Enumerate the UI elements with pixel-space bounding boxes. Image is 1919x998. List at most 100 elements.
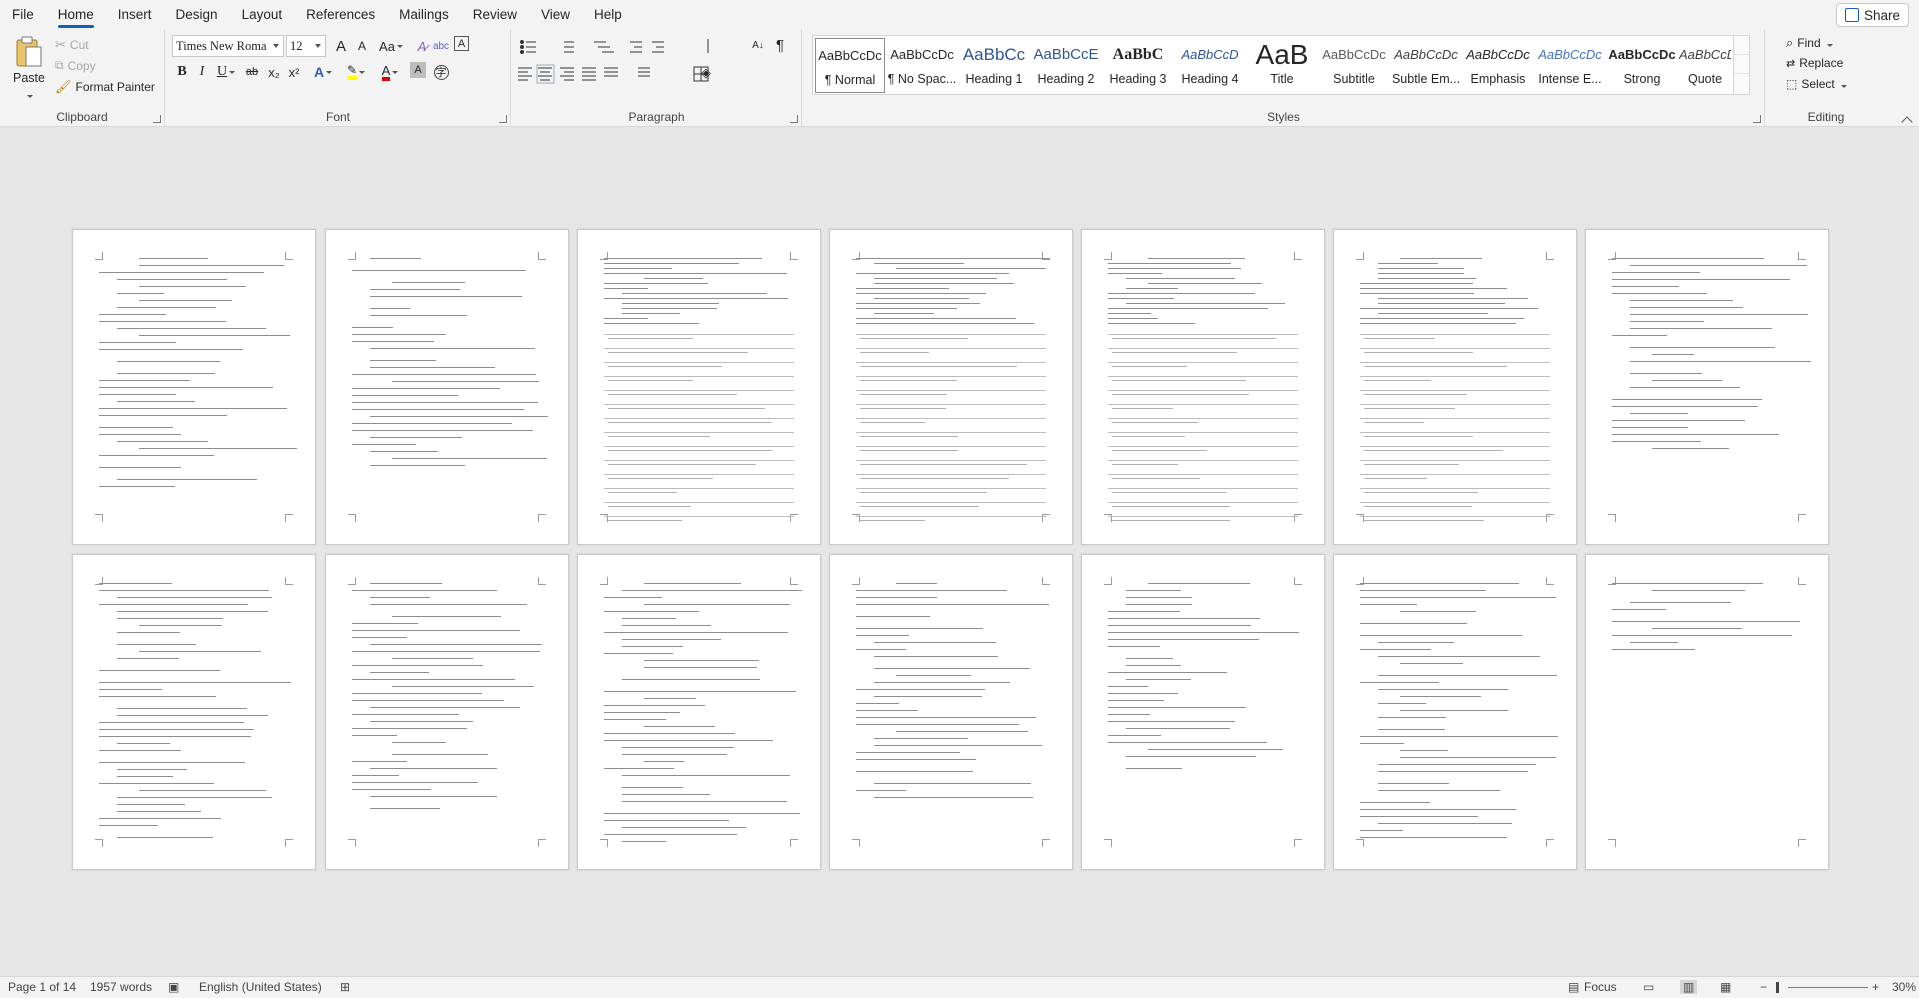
style-subtle-emphasis[interactable]: AaBbCcDc Subtle Em...: [1391, 38, 1461, 93]
tab-view[interactable]: View: [529, 0, 582, 29]
style-strong[interactable]: AaBbCcDc Strong: [1607, 38, 1677, 93]
tab-mailings[interactable]: Mailings: [387, 0, 461, 29]
paste-button[interactable]: Paste: [8, 35, 50, 101]
style-heading-4[interactable]: AaBbCcD Heading 4: [1175, 38, 1245, 93]
style-subtitle[interactable]: AaBbCcDc Subtitle: [1319, 38, 1389, 93]
tab-design[interactable]: Design: [164, 0, 230, 29]
focus-label[interactable]: Focus: [1584, 980, 1617, 994]
enclose-characters-button[interactable]: 字: [431, 62, 451, 82]
style-no-spacing[interactable]: AaBbCcDc ¶ No Spac...: [887, 38, 957, 93]
page-thumbnail[interactable]: [1333, 229, 1577, 545]
tab-help[interactable]: Help: [582, 0, 634, 29]
subscript-button[interactable]: x₂: [264, 62, 284, 82]
style-heading-1[interactable]: AaBbCc Heading 1: [959, 38, 1029, 93]
accessibility-icon[interactable]: ⊞: [340, 980, 350, 994]
copy-button[interactable]: ⧉ Copy: [55, 58, 96, 73]
read-mode-icon[interactable]: ▭: [1643, 980, 1654, 994]
font-launcher-icon[interactable]: [499, 115, 507, 123]
tab-references[interactable]: References: [294, 0, 387, 29]
text-line: [856, 635, 909, 636]
proofing-icon[interactable]: ▣: [168, 980, 179, 994]
page-thumbnail[interactable]: [1081, 554, 1325, 870]
share-button[interactable]: Share: [1835, 3, 1909, 27]
page-thumbnail[interactable]: [325, 229, 569, 545]
shading-button[interactable]: ◈: [696, 63, 716, 83]
replace-button[interactable]: ⇄ Replace: [1786, 56, 1843, 70]
zoom-level[interactable]: 30%: [1892, 980, 1916, 994]
select-button[interactable]: ⬚ Select: [1786, 77, 1847, 91]
table-row-line: [604, 516, 794, 517]
zoom-slider-thumb[interactable]: [1776, 982, 1779, 993]
focus-icon[interactable]: ▤: [1568, 980, 1579, 994]
grow-font-button[interactable]: A: [331, 36, 351, 56]
clipboard-launcher-icon[interactable]: [153, 115, 161, 123]
paste-dropdown[interactable]: [25, 87, 33, 101]
italic-button[interactable]: I: [192, 62, 212, 82]
chevron-down-icon[interactable]: [1734, 55, 1749, 74]
page-thumbnail[interactable]: [72, 229, 316, 545]
document-canvas[interactable]: [0, 128, 1919, 976]
page-thumbnail[interactable]: [1585, 554, 1829, 870]
format-painter-button[interactable]: 🖌 Format Painter: [55, 79, 155, 95]
collapse-ribbon-icon[interactable]: [1901, 116, 1913, 128]
word-count[interactable]: 1957 words: [90, 980, 152, 994]
print-layout-icon[interactable]: ▥: [1680, 980, 1698, 994]
page-thumbnail[interactable]: [1585, 229, 1829, 545]
web-layout-icon[interactable]: ▦: [1720, 980, 1731, 994]
paragraph-launcher-icon[interactable]: [790, 115, 798, 123]
font-size-combo[interactable]: 12: [286, 35, 326, 57]
tab-home[interactable]: Home: [46, 0, 106, 29]
underline-button[interactable]: U: [212, 62, 240, 82]
tab-layout[interactable]: Layout: [230, 0, 295, 29]
style-heading-2[interactable]: AaBbCcE Heading 2: [1031, 38, 1101, 93]
bold-button[interactable]: B: [172, 62, 192, 82]
styles-launcher-icon[interactable]: [1753, 115, 1761, 123]
tab-insert[interactable]: Insert: [106, 0, 164, 29]
zoom-in-button[interactable]: +: [1872, 980, 1879, 994]
zoom-out-button[interactable]: −: [1760, 980, 1767, 994]
style-normal[interactable]: AaBbCcDc ¶ Normal: [815, 38, 885, 93]
shrink-font-button[interactable]: A: [352, 36, 372, 56]
character-border-button[interactable]: A: [454, 36, 469, 51]
page-thumbnail[interactable]: [577, 554, 821, 870]
page-thumbnail[interactable]: [829, 554, 1073, 870]
page-thumbnail[interactable]: [577, 229, 821, 545]
show-formatting-marks-button[interactable]: ¶: [770, 35, 790, 55]
page-count[interactable]: Page 1 of 14: [8, 980, 76, 994]
tab-review[interactable]: Review: [461, 0, 529, 29]
font-name-combo[interactable]: Times New Roma: [172, 35, 284, 57]
cut-button[interactable]: ✂ Cut: [55, 37, 89, 53]
text-line: [622, 646, 683, 647]
language[interactable]: English (United States): [199, 980, 322, 994]
find-button[interactable]: ⌕ Find: [1786, 35, 1833, 51]
text-line: [622, 293, 767, 294]
phonetic-guide-button[interactable]: abc: [431, 36, 451, 56]
character-shading-button[interactable]: A: [410, 62, 426, 78]
text-line: [1612, 583, 1763, 584]
zoom-slider[interactable]: [1788, 987, 1868, 988]
text-effects-button[interactable]: A: [309, 62, 337, 82]
tab-file[interactable]: File: [0, 0, 46, 29]
style-quote[interactable]: AaBbCcDc Quote: [1679, 38, 1731, 93]
superscript-button[interactable]: x²: [284, 62, 304, 82]
font-color-button[interactable]: A: [376, 62, 404, 82]
styles-gallery-scroll[interactable]: [1733, 36, 1749, 94]
sort-button[interactable]: A↓: [748, 35, 768, 55]
page-thumbnail[interactable]: [325, 554, 569, 870]
clear-formatting-button[interactable]: A̷: [412, 36, 432, 56]
style-intense-emphasis[interactable]: AaBbCcDc Intense E...: [1535, 38, 1605, 93]
highlight-color-button[interactable]: ✎: [342, 62, 370, 82]
change-case-button[interactable]: Aa: [376, 36, 406, 56]
page-thumbnail[interactable]: [1081, 229, 1325, 545]
table-row-line: [604, 446, 794, 447]
style-emphasis[interactable]: AaBbCcDc Emphasis: [1463, 38, 1533, 93]
page-thumbnail[interactable]: [829, 229, 1073, 545]
more-styles-icon[interactable]: [1734, 74, 1749, 93]
style-heading-3[interactable]: AaBbC Heading 3: [1103, 38, 1173, 93]
style-title[interactable]: AaB Title: [1247, 38, 1317, 93]
chevron-up-icon[interactable]: [1734, 36, 1749, 55]
text-line: [1360, 809, 1516, 810]
strikethrough-button[interactable]: ab: [242, 62, 262, 82]
page-thumbnail[interactable]: [1333, 554, 1577, 870]
page-thumbnail[interactable]: [72, 554, 316, 870]
